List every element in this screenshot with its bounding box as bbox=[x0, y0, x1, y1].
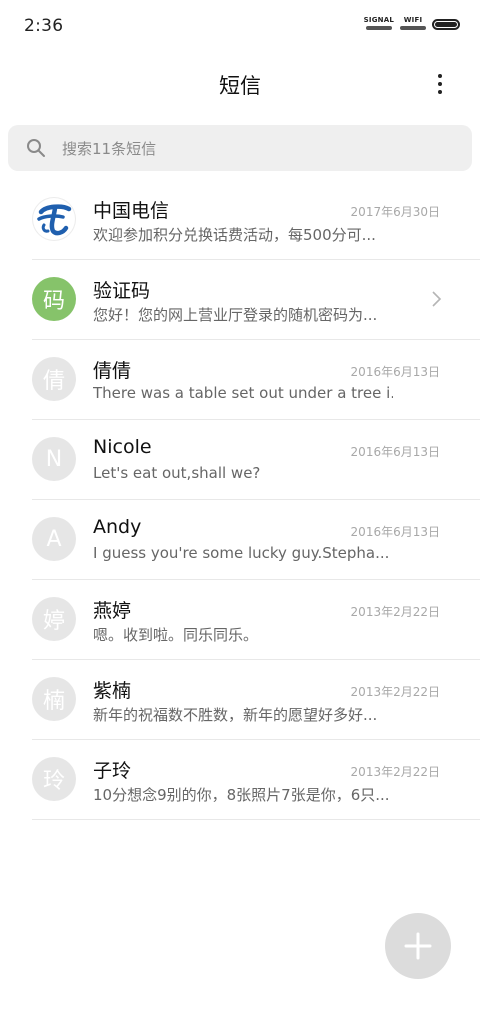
conversation-item[interactable]: 倩 倩倩 There was a table set out under a t… bbox=[0, 340, 480, 420]
conversation-preview: 您好！您的网上营业厅登录的随机密码为... bbox=[93, 306, 378, 324]
conversation-preview: 嗯。收到啦。同乐同乐。 bbox=[93, 626, 259, 644]
chevron-right-icon bbox=[432, 291, 442, 307]
conversation-date: 2017年6月30日 bbox=[350, 205, 440, 219]
search-placeholder: 搜索11条短信 bbox=[62, 139, 157, 158]
conversation-item[interactable]: 码 验证码 您好！您的网上营业厅登录的随机密码为... bbox=[0, 260, 480, 340]
new-message-button[interactable] bbox=[385, 913, 451, 979]
conversation-item[interactable]: N Nicole Let's eat out,shall we? 2016年6月… bbox=[0, 420, 480, 500]
conversation-item[interactable]: 中国电信 欢迎参加积分兑换话费活动，每500分可... 2017年6月30日 bbox=[0, 180, 480, 260]
conversation-name: 中国电信 bbox=[93, 200, 170, 222]
plus-icon bbox=[404, 932, 432, 960]
wifi-indicator: WIFI bbox=[400, 16, 426, 30]
wifi-icon bbox=[400, 26, 426, 30]
status-indicators: SIGNAL WIFI bbox=[364, 16, 460, 30]
conversation-date: 2013年2月22日 bbox=[350, 765, 440, 779]
conversation-date: 2013年2月22日 bbox=[350, 685, 440, 699]
telecom-logo-icon bbox=[37, 204, 72, 236]
conversation-name: Andy bbox=[93, 516, 142, 538]
battery-level bbox=[435, 22, 457, 27]
conversation-item[interactable]: 婷 燕婷 嗯。收到啦。同乐同乐。 2013年2月22日 bbox=[0, 580, 480, 660]
conversation-preview: 10分想念9别的你，8张照片7张是你，6只... bbox=[93, 786, 390, 804]
conversation-date: 2013年2月22日 bbox=[350, 605, 440, 619]
conversation-name: 燕婷 bbox=[93, 600, 132, 622]
wifi-label: WIFI bbox=[403, 16, 423, 24]
avatar: 婷 bbox=[32, 597, 76, 641]
signal-icon bbox=[365, 26, 392, 30]
avatar: 玲 bbox=[32, 757, 76, 801]
conversation-list: 中国电信 欢迎参加积分兑换话费活动，每500分可... 2017年6月30日 码… bbox=[0, 180, 480, 820]
conversation-name: 紫楠 bbox=[93, 680, 132, 702]
signal-indicator: SIGNAL bbox=[364, 16, 394, 30]
search-input[interactable]: 搜索11条短信 bbox=[8, 125, 472, 171]
conversation-date: 2016年6月13日 bbox=[350, 445, 440, 459]
status-time: 2:36 bbox=[24, 16, 64, 36]
conversation-date: 2016年6月13日 bbox=[350, 525, 440, 539]
conversation-item[interactable]: 楠 紫楠 新年的祝福数不胜数，新年的愿望好多好... 2013年2月22日 bbox=[0, 660, 480, 740]
divider bbox=[32, 819, 480, 820]
avatar: A bbox=[32, 517, 76, 561]
search-icon bbox=[27, 139, 45, 157]
avatar: N bbox=[32, 437, 76, 481]
conversation-name: 倩倩 bbox=[93, 360, 132, 382]
more-options-button[interactable] bbox=[424, 70, 456, 98]
avatar: 楠 bbox=[32, 677, 76, 721]
avatar: 码 bbox=[32, 277, 76, 321]
app-header: 短信 bbox=[0, 58, 480, 110]
conversation-item[interactable]: A Andy I guess you're some lucky guy.Ste… bbox=[0, 500, 480, 580]
battery-icon bbox=[432, 19, 460, 30]
conversation-preview: 欢迎参加积分兑换话费活动，每500分可... bbox=[93, 226, 376, 244]
conversation-preview: Let's eat out,shall we? bbox=[93, 464, 261, 482]
conversation-preview: I guess you're some lucky guy.Stepha... bbox=[93, 544, 390, 562]
conversation-date: 2016年6月13日 bbox=[350, 365, 440, 379]
avatar-telecom-logo bbox=[32, 197, 76, 241]
conversation-preview: 新年的祝福数不胜数，新年的愿望好多好... bbox=[93, 706, 378, 724]
conversation-name: Nicole bbox=[93, 436, 152, 458]
conversation-name: 子玲 bbox=[93, 760, 132, 782]
conversation-preview: There was a table set out under a tree i… bbox=[93, 384, 393, 402]
more-vertical-icon-dot bbox=[438, 90, 442, 94]
more-vertical-icon-dot bbox=[438, 82, 442, 86]
status-bar: 2:36 SIGNAL WIFI bbox=[0, 0, 480, 52]
more-vertical-icon bbox=[438, 74, 442, 78]
conversation-name: 验证码 bbox=[93, 280, 151, 302]
page-title: 短信 bbox=[219, 74, 261, 98]
signal-label: SIGNAL bbox=[363, 16, 394, 24]
conversation-item[interactable]: 玲 子玲 10分想念9别的你，8张照片7张是你，6只... 2013年2月22日 bbox=[0, 740, 480, 820]
avatar: 倩 bbox=[32, 357, 76, 401]
